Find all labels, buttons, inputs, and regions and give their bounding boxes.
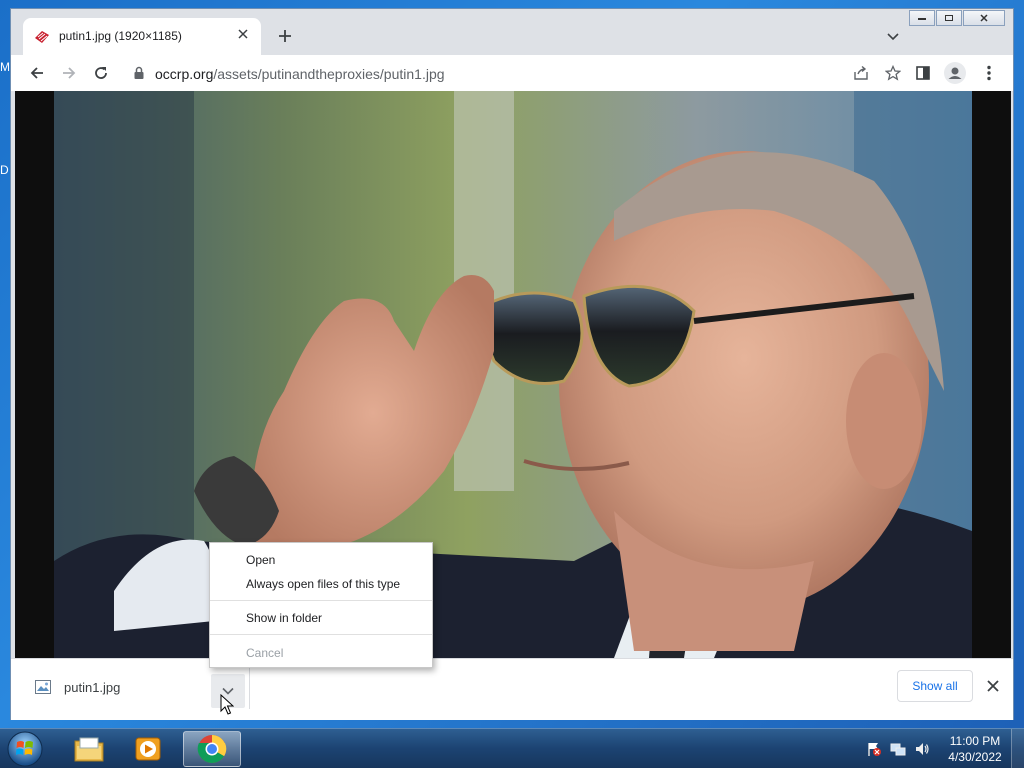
action-center-flag-icon[interactable] bbox=[866, 741, 882, 757]
download-item[interactable]: putin1.jpg bbox=[25, 668, 245, 708]
clock-time: 11:00 PM bbox=[949, 734, 1001, 748]
taskbar-media-player[interactable] bbox=[120, 731, 178, 767]
profile-avatar-icon[interactable] bbox=[943, 61, 967, 85]
browser-toolbar: occrp.org/assets/putinandtheproxies/puti… bbox=[11, 55, 1013, 91]
share-icon[interactable] bbox=[851, 63, 871, 83]
lock-icon[interactable] bbox=[133, 66, 145, 83]
tab-active[interactable]: putin1.jpg (1920×1185) bbox=[23, 18, 261, 55]
close-download-shelf-icon[interactable] bbox=[983, 676, 1003, 696]
reload-button[interactable] bbox=[89, 61, 113, 85]
download-context-menu: Open Always open files of this type Show… bbox=[209, 542, 433, 668]
url-text: occrp.org/assets/putinandtheproxies/puti… bbox=[155, 66, 445, 82]
menu-divider bbox=[210, 634, 432, 635]
tab-search-chevron-icon[interactable] bbox=[881, 25, 905, 49]
show-desktop-button[interactable] bbox=[1011, 729, 1024, 768]
close-window-button[interactable] bbox=[963, 10, 1005, 26]
url-path: /assets/putinandtheproxies/putin1.jpg bbox=[213, 66, 445, 82]
taskbar-chrome[interactable] bbox=[183, 731, 241, 767]
menu-item-show-in-folder[interactable]: Show in folder bbox=[210, 607, 432, 629]
page-content bbox=[15, 91, 1011, 658]
bookmark-star-icon[interactable] bbox=[883, 63, 903, 83]
window-controls bbox=[908, 10, 1005, 28]
minimize-button[interactable] bbox=[909, 10, 935, 26]
menu-item-open[interactable]: Open bbox=[210, 549, 432, 571]
desktop: M D putin1.jpg (1920×1185) occrp.org/ass… bbox=[0, 0, 1024, 768]
url-host: occrp.org bbox=[155, 66, 214, 82]
restore-button[interactable] bbox=[936, 10, 962, 26]
forward-button[interactable] bbox=[57, 61, 81, 85]
system-clock[interactable]: 11:00 PM 4/30/2022 bbox=[944, 733, 1006, 765]
tab-close-icon[interactable] bbox=[233, 25, 253, 45]
menu-item-always-open[interactable]: Always open files of this type bbox=[210, 573, 432, 595]
address-bar[interactable]: occrp.org/assets/putinandtheproxies/puti… bbox=[123, 59, 913, 87]
start-button[interactable] bbox=[6, 730, 44, 768]
network-icon[interactable] bbox=[890, 741, 906, 757]
media-player-icon bbox=[135, 737, 161, 761]
menu-item-label: Cancel bbox=[246, 646, 284, 660]
download-file-name: putin1.jpg bbox=[64, 680, 121, 695]
chrome-window: putin1.jpg (1920×1185) occrp.org/assets/… bbox=[10, 8, 1014, 720]
menu-kebab-icon[interactable] bbox=[977, 61, 1001, 85]
taskbar-file-explorer[interactable] bbox=[60, 731, 118, 767]
menu-divider bbox=[210, 600, 432, 601]
title-bar: putin1.jpg (1920×1185) bbox=[11, 9, 1013, 55]
new-tab-button[interactable] bbox=[273, 24, 297, 48]
desktop-label-fragment: M bbox=[0, 60, 10, 74]
displayed-image[interactable] bbox=[54, 91, 972, 658]
back-button[interactable] bbox=[25, 61, 49, 85]
download-shelf: putin1.jpg Show all bbox=[11, 658, 1013, 720]
taskbar: 11:00 PM 4/30/2022 bbox=[0, 728, 1024, 768]
side-panel-icon[interactable] bbox=[911, 61, 935, 85]
image-file-icon bbox=[35, 680, 51, 697]
mouse-cursor-icon bbox=[220, 693, 235, 719]
menu-item-label: Show in folder bbox=[246, 611, 323, 625]
file-explorer-icon bbox=[74, 737, 104, 762]
desktop-label-fragment: D bbox=[0, 163, 9, 177]
volume-icon[interactable] bbox=[914, 741, 930, 757]
show-all-button[interactable]: Show all bbox=[897, 670, 973, 702]
menu-item-cancel: Cancel bbox=[210, 642, 432, 664]
chrome-icon bbox=[197, 735, 227, 763]
site-favicon-icon bbox=[34, 29, 50, 45]
tab-title: putin1.jpg (1920×1185) bbox=[59, 29, 182, 43]
menu-item-label: Always open files of this type bbox=[246, 577, 401, 591]
clock-date: 4/30/2022 bbox=[948, 750, 1002, 764]
divider bbox=[249, 667, 250, 709]
menu-item-label: Open bbox=[246, 553, 276, 567]
